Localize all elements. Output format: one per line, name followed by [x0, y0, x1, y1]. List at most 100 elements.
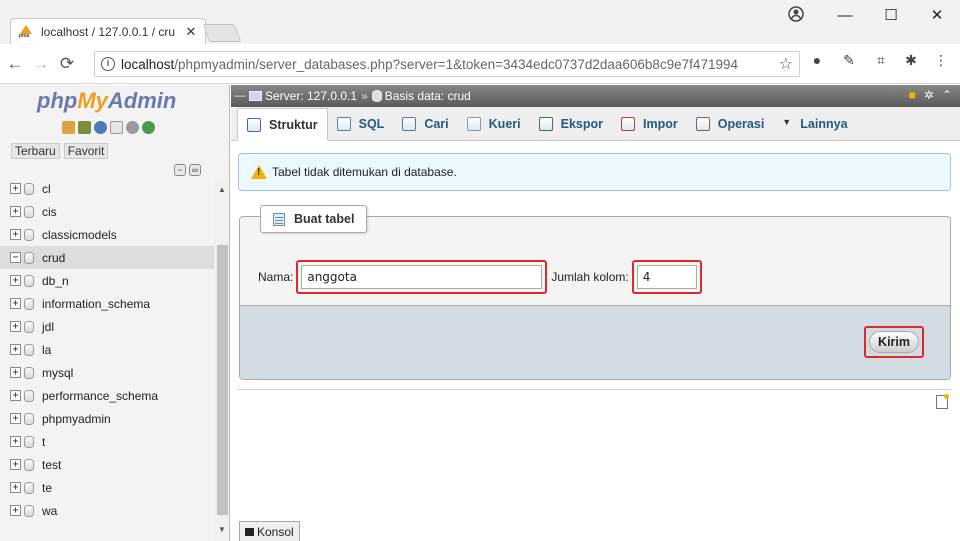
close-window-button[interactable]: ✕: [914, 6, 960, 24]
bookmark-star-icon[interactable]: ☆: [779, 54, 799, 74]
sidebar-db-item[interactable]: + phpmyadmin: [0, 407, 214, 430]
collapse-all-icon[interactable]: −: [174, 164, 186, 176]
address-bar[interactable]: i localhost/phpmyadmin/server_databases.…: [94, 51, 800, 77]
tab-ekspor[interactable]: Ekspor: [530, 108, 612, 140]
sidebar-db-label[interactable]: mysql: [42, 366, 73, 380]
sidebar-db-label[interactable]: test: [42, 458, 61, 472]
chevron-down-icon: ▼: [782, 117, 792, 127]
sidebar-db-label[interactable]: wa: [42, 504, 57, 518]
sidebar-db-item[interactable]: + db_n: [0, 269, 214, 292]
expand-icon[interactable]: +: [10, 482, 21, 493]
sidebar-db-item[interactable]: − crud: [0, 246, 214, 269]
expand-icon[interactable]: +: [10, 321, 21, 332]
tab-lainnya[interactable]: ▼ Lainnya: [773, 108, 856, 140]
sidebar-db-label[interactable]: jdl: [42, 320, 54, 334]
column-count-input[interactable]: [636, 265, 697, 289]
info-icon[interactable]: i: [101, 57, 115, 71]
settings-gear-icon[interactable]: [126, 121, 139, 134]
scroll-down-icon[interactable]: ▼: [214, 525, 229, 534]
maximize-panel-icon[interactable]: ⌃: [942, 88, 952, 102]
expand-icon[interactable]: +: [10, 298, 21, 309]
refresh-icon[interactable]: [142, 121, 155, 134]
print-view-icon[interactable]: [936, 394, 949, 409]
sidebar-db-label[interactable]: cis: [42, 205, 57, 219]
breadcrumb-database[interactable]: Basis data: crud: [385, 89, 471, 103]
collapse-sidebar-icon[interactable]: —: [231, 90, 249, 102]
url-text[interactable]: localhost/phpmyadmin/server_databases.ph…: [121, 57, 779, 72]
sidebar-db-label[interactable]: la: [42, 343, 51, 357]
help-icon[interactable]: [94, 121, 107, 134]
tab-kueri[interactable]: Kueri: [458, 108, 530, 140]
back-arrow-icon[interactable]: ←: [4, 54, 26, 74]
docs-icon[interactable]: [110, 121, 123, 134]
expand-icon[interactable]: +: [10, 459, 21, 470]
reload-icon[interactable]: ⟳: [56, 54, 78, 74]
expand-icon[interactable]: +: [10, 275, 21, 286]
incognito-extension-icon[interactable]: ●: [806, 52, 828, 68]
tab-close-icon[interactable]: ✕: [183, 24, 199, 40]
recent-tables-link[interactable]: Terbaru: [11, 143, 60, 159]
sidebar-db-item[interactable]: + classicmodels: [0, 223, 214, 246]
sidebar-db-item[interactable]: + performance_schema: [0, 384, 214, 407]
tab-sql[interactable]: SQL: [328, 108, 394, 140]
sidebar-db-item[interactable]: + cis: [0, 200, 214, 223]
expand-icon[interactable]: +: [10, 229, 21, 240]
expand-icon[interactable]: +: [10, 206, 21, 217]
sidebar-db-item[interactable]: + la: [0, 338, 214, 361]
forward-arrow-icon[interactable]: →: [30, 54, 52, 74]
expand-icon[interactable]: +: [10, 413, 21, 424]
screenshot-extension-icon[interactable]: ⌗: [870, 52, 892, 69]
sidebar-db-label[interactable]: performance_schema: [42, 389, 158, 403]
expand-icon[interactable]: +: [10, 183, 21, 194]
sidebar-db-label[interactable]: phpmyadmin: [42, 412, 111, 426]
sidebar-db-item[interactable]: + t: [0, 430, 214, 453]
sidebar-db-label[interactable]: crud: [42, 251, 65, 265]
sidebar-db-label[interactable]: information_schema: [42, 297, 150, 311]
link-icon[interactable]: ∞: [189, 164, 201, 176]
sidebar-db-item[interactable]: + jdl: [0, 315, 214, 338]
sidebar-db-item[interactable]: + mysql: [0, 361, 214, 384]
home-icon[interactable]: [62, 121, 75, 134]
console-toggle[interactable]: Konsol: [239, 521, 300, 541]
profile-icon[interactable]: [788, 6, 804, 22]
tab-cari[interactable]: Cari: [393, 108, 457, 140]
bug-extension-icon[interactable]: ✱: [900, 52, 922, 69]
logout-icon[interactable]: [78, 121, 91, 134]
breadcrumb-server[interactable]: Server: 127.0.0.1: [265, 89, 357, 103]
url-host: localhost: [121, 56, 175, 72]
lock-icon[interactable]: ■: [909, 88, 916, 102]
browser-tab[interactable]: pma localhost / 127.0.0.1 / cru ✕: [10, 18, 206, 44]
expand-icon[interactable]: +: [10, 505, 21, 516]
expand-icon[interactable]: +: [10, 390, 21, 401]
sidebar-db-item[interactable]: + te: [0, 476, 214, 499]
sidebar-db-label[interactable]: db_n: [42, 274, 69, 288]
sidebar-db-item[interactable]: + cl: [0, 177, 214, 200]
sidebar-db-label[interactable]: t: [42, 435, 45, 449]
table-name-input[interactable]: [301, 265, 543, 289]
sidebar-db-label[interactable]: cl: [42, 182, 51, 196]
sidebar-scroll-thumb[interactable]: [217, 245, 228, 515]
tab-operasi[interactable]: Operasi: [687, 108, 774, 140]
sidebar-db-label[interactable]: te: [42, 481, 52, 495]
new-tab-button[interactable]: [202, 24, 242, 42]
submit-button[interactable]: Kirim: [869, 331, 919, 353]
minimize-button[interactable]: —: [822, 7, 868, 24]
settings-gear-icon[interactable]: ✲: [924, 88, 934, 102]
scroll-up-icon[interactable]: ▲: [214, 185, 229, 194]
expand-icon[interactable]: +: [10, 344, 21, 355]
menu-kebab-icon[interactable]: ⋮: [930, 52, 952, 69]
main-content: — Server: 127.0.0.1 » Basis data: crud ■…: [231, 85, 960, 541]
sidebar-db-item[interactable]: + information_schema: [0, 292, 214, 315]
sidebar-db-item[interactable]: + wa: [0, 499, 214, 522]
collapse-icon[interactable]: −: [10, 252, 21, 263]
pen-extension-icon[interactable]: ✎: [838, 52, 860, 69]
sidebar-db-item[interactable]: + test: [0, 453, 214, 476]
sidebar-db-label[interactable]: classicmodels: [42, 228, 117, 242]
phpmyadmin-logo[interactable]: phpMyAdmin: [37, 88, 176, 114]
expand-icon[interactable]: +: [10, 367, 21, 378]
maximize-button[interactable]: ☐: [868, 6, 914, 24]
tab-struktur[interactable]: Struktur: [237, 108, 328, 141]
tab-impor[interactable]: Impor: [612, 108, 687, 140]
favorite-tables-link[interactable]: Favorit: [63, 143, 109, 159]
expand-icon[interactable]: +: [10, 436, 21, 447]
